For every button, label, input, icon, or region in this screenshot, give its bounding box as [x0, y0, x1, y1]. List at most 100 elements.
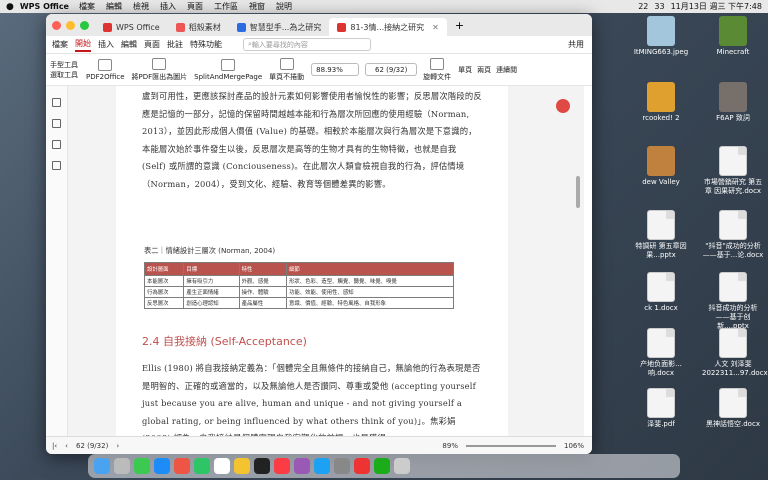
trash-icon[interactable] — [394, 458, 410, 474]
ribbon-file[interactable]: 檔案 — [52, 39, 68, 50]
finder-icon[interactable] — [94, 458, 110, 474]
menu-help[interactable]: 說明 — [276, 1, 292, 12]
tab-wps[interactable]: WPS Office — [95, 18, 168, 36]
zoom-field[interactable]: 88.93% — [311, 63, 360, 76]
desktop-item[interactable]: ItMING663.jpeg — [630, 16, 692, 57]
desktop-item[interactable]: Minecraft — [702, 16, 764, 57]
desktop-item[interactable]: 抖音成功的分析——基于创新....pptx — [702, 272, 764, 331]
header-cell: 細節 — [285, 262, 455, 276]
desktop-item[interactable]: 黑神話悟空.docx — [702, 388, 764, 429]
prev-page-icon[interactable]: ‹ — [65, 442, 68, 450]
tab-close-icon[interactable]: ✕ — [432, 23, 439, 32]
left-sidebar — [46, 86, 68, 436]
wechat-icon[interactable] — [374, 458, 390, 474]
settings-icon[interactable] — [334, 458, 350, 474]
podcasts-icon[interactable] — [294, 458, 310, 474]
desktop-item[interactable]: 泽斐.pdf — [630, 388, 692, 429]
appletv-icon[interactable] — [254, 458, 270, 474]
rotate-button[interactable]: 旋轉文件 — [423, 57, 451, 82]
menu-page[interactable]: 頁面 — [187, 1, 203, 12]
menu-window[interactable]: 視窗 — [249, 1, 265, 12]
thumbnail-icon[interactable] — [52, 119, 61, 128]
scrollbar[interactable] — [576, 176, 580, 208]
table-cell: 功能、效能、使用性、感知 — [285, 286, 455, 298]
double-view-button[interactable]: 兩頁 — [477, 65, 491, 75]
wps-window: WPS Office 稻殼素材 智慧型手...為之研究 81-3情...接納之研… — [46, 14, 592, 454]
menu-view[interactable]: 檢視 — [133, 1, 149, 12]
continuous-view-button[interactable]: 連續閱 — [496, 65, 517, 75]
maximize-icon[interactable] — [80, 20, 89, 30]
menu-edit[interactable]: 編輯 — [106, 1, 122, 12]
appstore-icon[interactable] — [314, 458, 330, 474]
photos-icon[interactable] — [174, 458, 190, 474]
status-zoom[interactable]: 89% — [442, 442, 458, 450]
page-field[interactable]: 62 (9/32) — [365, 63, 418, 76]
music-icon[interactable] — [274, 458, 290, 474]
ribbon-page[interactable]: 頁面 — [144, 39, 160, 50]
new-tab-icon[interactable]: + — [455, 19, 464, 32]
messages-icon[interactable] — [134, 458, 150, 474]
pdf2office-button[interactable]: PDF2Office — [86, 58, 125, 81]
tab-material[interactable]: 稻殼素材 — [168, 18, 229, 36]
close-icon[interactable] — [52, 20, 61, 30]
table-cell: 意識、價值、經驗、特色風格、自我形象 — [285, 297, 455, 309]
single-page-noscroll-button[interactable]: 單頁不捲動 — [269, 57, 304, 82]
assistant-icon[interactable] — [556, 99, 570, 113]
comment-icon[interactable] — [52, 140, 61, 149]
desktop-item[interactable]: 特調研 第五章因果...pptx — [630, 210, 692, 260]
safari-icon[interactable] — [154, 458, 170, 474]
calendar-icon[interactable] — [214, 458, 230, 474]
ribbon-home[interactable]: 開始 — [75, 38, 91, 52]
desktop-item[interactable]: rcooked! 2 — [630, 82, 692, 123]
paragraph-1: 盧到可用性，更應該探討產品的設計元素如何影響使用者愉悅性的影響；反思層次階段的反… — [142, 91, 482, 189]
status-area: 22 33 11月13日 週三 下午7:48 — [638, 1, 762, 12]
document-view[interactable]: 盧到可用性，更應該探討產品的設計元素如何影響使用者愉悅性的影響；反思層次階段的反… — [68, 86, 584, 436]
ribbon-edit[interactable]: 編輯 — [121, 39, 137, 50]
window-controls — [52, 20, 89, 30]
desktop-item[interactable]: dew Valley — [630, 146, 692, 187]
table-cell: 產生正面情緒 — [183, 286, 240, 298]
clock[interactable]: 11月13日 週三 下午7:48 — [671, 1, 762, 12]
desktop-item[interactable]: "抖音"成功的分析——基于...论.docx — [702, 210, 764, 260]
ribbon-comment[interactable]: 批註 — [167, 39, 183, 50]
export-image-button[interactable]: 將PDF匯出為圖片 — [132, 57, 187, 82]
wps-dock-icon[interactable] — [354, 458, 370, 474]
tab-doc1[interactable]: 智慧型手...為之研究 — [229, 18, 330, 36]
zoom-slider[interactable] — [465, 444, 556, 447]
image-icon — [152, 57, 167, 70]
launchpad-icon[interactable] — [114, 458, 130, 474]
table-cell: 行為層次 — [143, 286, 185, 298]
ribbon-insert[interactable]: 插入 — [98, 39, 114, 50]
status-page[interactable]: 62 (9/32) — [76, 442, 108, 450]
first-page-icon[interactable]: |‹ — [52, 442, 57, 450]
desktop-item[interactable]: ck 1.docx — [630, 272, 692, 313]
next-page-icon[interactable]: › — [116, 442, 119, 450]
hand-tool-button[interactable]: 手型工具 — [50, 60, 78, 70]
desktop-item[interactable]: 产地负面影...响.docx — [630, 328, 692, 378]
table-cell: 產品屬性 — [238, 297, 287, 309]
tab-doc2[interactable]: 81-3情...接納之研究 ✕ — [329, 18, 447, 36]
menu-workspace[interactable]: 工作區 — [214, 1, 238, 12]
menu-file[interactable]: 檔案 — [79, 1, 95, 12]
desktop-item[interactable]: 市場營銷研究 第五章 因果研究.docx — [702, 146, 764, 196]
minimize-icon[interactable] — [66, 20, 75, 30]
desktop-item[interactable]: F6AP 致詞 — [702, 82, 764, 123]
table-cell: 形狀、色彩、造型、觸覺、聽覺、味覺、嗅覺 — [285, 275, 455, 287]
search-input[interactable]: ⌕ 輸入要尋找的內容 — [243, 38, 371, 51]
status-zoom2: 106% — [563, 441, 584, 450]
share-button[interactable]: 共用 — [568, 39, 584, 50]
table-cell: 外觀、感覺 — [238, 275, 287, 287]
split-merge-button[interactable]: SplitAndMergePage — [194, 58, 262, 81]
ribbon-special[interactable]: 特殊功能 — [190, 39, 222, 50]
facetime-icon[interactable] — [194, 458, 210, 474]
pages-icon[interactable] — [52, 161, 61, 170]
select-tool-button[interactable]: 選取工具 — [50, 70, 78, 80]
bookmark-icon[interactable] — [52, 98, 61, 107]
single-view-button[interactable]: 單頁 — [458, 65, 472, 75]
apple-icon[interactable]: ● — [6, 2, 14, 12]
desktop-item[interactable]: 人文 刘泽斐 2022311...97.docx — [702, 328, 768, 378]
menu-insert[interactable]: 插入 — [160, 1, 176, 12]
app-name[interactable]: WPS Office — [20, 2, 69, 11]
notes-icon[interactable] — [234, 458, 250, 474]
table-row: 行為層次 產生正面情緒 操作、體驗 功能、效能、使用性、感知 — [143, 286, 455, 298]
